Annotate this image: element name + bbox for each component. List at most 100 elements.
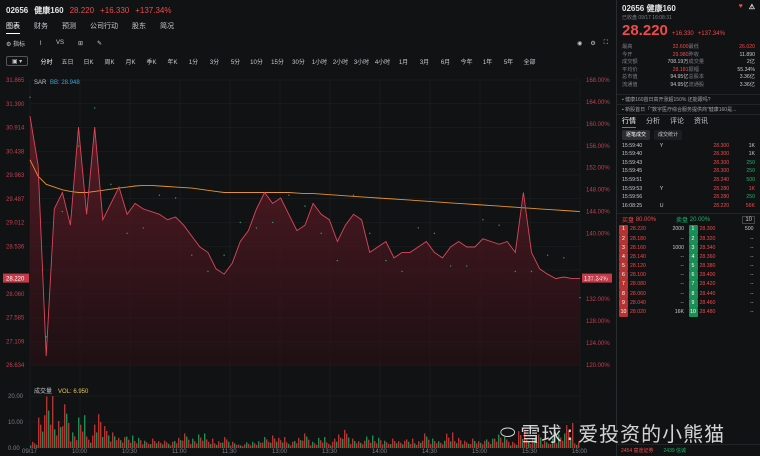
- period-15[interactable]: 3小时: [351, 57, 372, 66]
- volume-bar: [266, 439, 268, 448]
- volume-bar: [180, 440, 182, 448]
- period-5[interactable]: 季K: [141, 57, 162, 66]
- volume-bar: [328, 443, 330, 448]
- order-book-row: 2 28.180 -- 2 28.320 --: [617, 234, 760, 244]
- vs-button[interactable]: VS: [56, 40, 64, 46]
- stat-row: 最高 32.600 最低 26.020: [617, 44, 760, 52]
- volume-bar: [218, 441, 220, 448]
- tab-2[interactable]: 预测: [62, 20, 76, 34]
- pct-axis-label: 160.00%: [586, 122, 610, 128]
- quote-tab-0[interactable]: 行情: [622, 115, 636, 128]
- period-8[interactable]: 3分: [204, 57, 225, 66]
- period-7[interactable]: 1分: [183, 57, 204, 66]
- bid-qty: --: [680, 290, 684, 297]
- volume-bar: [106, 430, 108, 448]
- subtab-0[interactable]: 逐笔成交: [622, 129, 651, 140]
- tab-1[interactable]: 财务: [34, 20, 48, 34]
- news-item-1[interactable]: ▪ 健康160首日高开涨超150% 还能跟吗?: [617, 93, 760, 104]
- quote-tab-3[interactable]: 资讯: [694, 115, 708, 128]
- ask-price: 28.380: [699, 263, 716, 270]
- period-6[interactable]: 年K: [162, 57, 183, 66]
- volume-bar: [388, 443, 390, 448]
- volume-bar: [480, 442, 482, 448]
- period-18[interactable]: 3月: [414, 57, 435, 66]
- volume-bar: [216, 444, 218, 448]
- period-16[interactable]: 4小时: [372, 57, 393, 66]
- volume-bar: [390, 444, 392, 448]
- title-bar: 02656 健康160 28.220 +16.330 +137.34%: [0, 0, 614, 20]
- period-0[interactable]: 分时: [36, 57, 57, 66]
- bid-price: 28.060: [630, 290, 646, 297]
- volume-bar: [408, 441, 410, 448]
- volume-bar: [52, 396, 54, 448]
- volume-bar: [344, 429, 346, 448]
- tab-3[interactable]: 公司行动: [90, 20, 118, 34]
- period-19[interactable]: 6月: [435, 57, 456, 66]
- volume-bar: [210, 444, 212, 448]
- quote-tab-2[interactable]: 评论: [670, 115, 684, 128]
- stat-label: 流通股: [688, 81, 705, 88]
- settings-icon[interactable]: ⚙: [590, 40, 595, 47]
- period-10[interactable]: 10分: [246, 57, 267, 66]
- order-book-row: 5 28.120 -- 5 28.380 --: [617, 262, 760, 272]
- depth-level[interactable]: 10: [742, 215, 755, 224]
- tab-5[interactable]: 简况: [160, 20, 174, 34]
- volume-bar: [40, 424, 42, 448]
- sar-dot: [29, 96, 31, 98]
- volume-bar: [224, 437, 226, 448]
- ask-price: 28.480: [699, 309, 716, 315]
- period-1[interactable]: 五日: [57, 57, 78, 66]
- period-9[interactable]: 5分: [225, 57, 246, 66]
- x-axis-label: 14:30: [422, 449, 438, 455]
- volume-bar: [386, 442, 388, 448]
- tab-0[interactable]: 图表: [6, 20, 20, 34]
- expand-icon[interactable]: ⛶: [604, 40, 608, 47]
- layout-icon[interactable]: ⊞: [78, 40, 83, 47]
- camera-icon[interactable]: ◉: [577, 40, 582, 47]
- period-3[interactable]: 周K: [99, 57, 120, 66]
- trade-row: 16:08:25 U 28.220 56K: [617, 202, 760, 211]
- period-13[interactable]: 1小时: [309, 57, 330, 66]
- tools-icon[interactable]: ✎: [97, 40, 102, 47]
- chart-toolbar: ⚙ 指标 ⌇ VS ⊞ ✎ ◉ ⚙ ⛶: [0, 36, 614, 50]
- sar-dot: [142, 227, 144, 229]
- period-22[interactable]: 5年: [498, 57, 519, 66]
- trade-volume: 250: [746, 194, 756, 201]
- volume-bar: [200, 437, 202, 448]
- drawing-icon[interactable]: ⌇: [39, 40, 42, 47]
- order-book-row: 3 28.160 1000 3 28.340 --: [617, 243, 760, 253]
- news-item-2[interactable]: ▪ 新股首日「"数字医疗综合服务提供商"健康160是...: [617, 103, 760, 114]
- period-11[interactable]: 15分: [267, 57, 288, 66]
- period-14[interactable]: 2小时: [330, 57, 351, 66]
- period-21[interactable]: 1年: [477, 57, 498, 66]
- volume-bar: [346, 433, 348, 448]
- quote-tab-1[interactable]: 分析: [646, 115, 660, 128]
- period-23[interactable]: 全部: [519, 57, 540, 66]
- alert-icon[interactable]: ⚠: [749, 3, 755, 11]
- period-20[interactable]: 今年: [456, 57, 477, 66]
- price-chart[interactable]: SAR BB: 28.948 31.865 31.390 30.914 30.438 29.…: [0, 70, 614, 456]
- indicator-button[interactable]: ⚙ 指标: [6, 39, 25, 48]
- y-axis-label: 31.865: [6, 78, 25, 84]
- quote-tabs: 行情 分析 评论 资讯: [617, 113, 760, 128]
- volume-bar: [404, 440, 406, 448]
- tab-4[interactable]: 股东: [132, 20, 146, 34]
- chart-type-dropdown[interactable]: ▣ ▾: [6, 56, 28, 66]
- subtab-1[interactable]: 成交统计: [654, 129, 683, 140]
- period-4[interactable]: 月K: [120, 57, 141, 66]
- period-12[interactable]: 30分: [288, 57, 309, 66]
- stat-label: 最高: [622, 44, 633, 50]
- volume-bar: [294, 440, 296, 448]
- volume-bar: [168, 443, 170, 448]
- volume-bar: [290, 445, 292, 448]
- sar-dot: [61, 210, 64, 213]
- period-17[interactable]: 1月: [393, 57, 414, 66]
- volume-bar: [300, 440, 302, 448]
- volume-bar: [264, 437, 266, 448]
- sar-dot: [110, 183, 112, 186]
- favorite-heart-icon[interactable]: ♥: [739, 3, 743, 11]
- trade-time: 15:59:45: [622, 168, 643, 175]
- volume-bar: [38, 417, 40, 448]
- stock-code: 02656: [6, 5, 29, 15]
- period-2[interactable]: 日K: [78, 57, 99, 66]
